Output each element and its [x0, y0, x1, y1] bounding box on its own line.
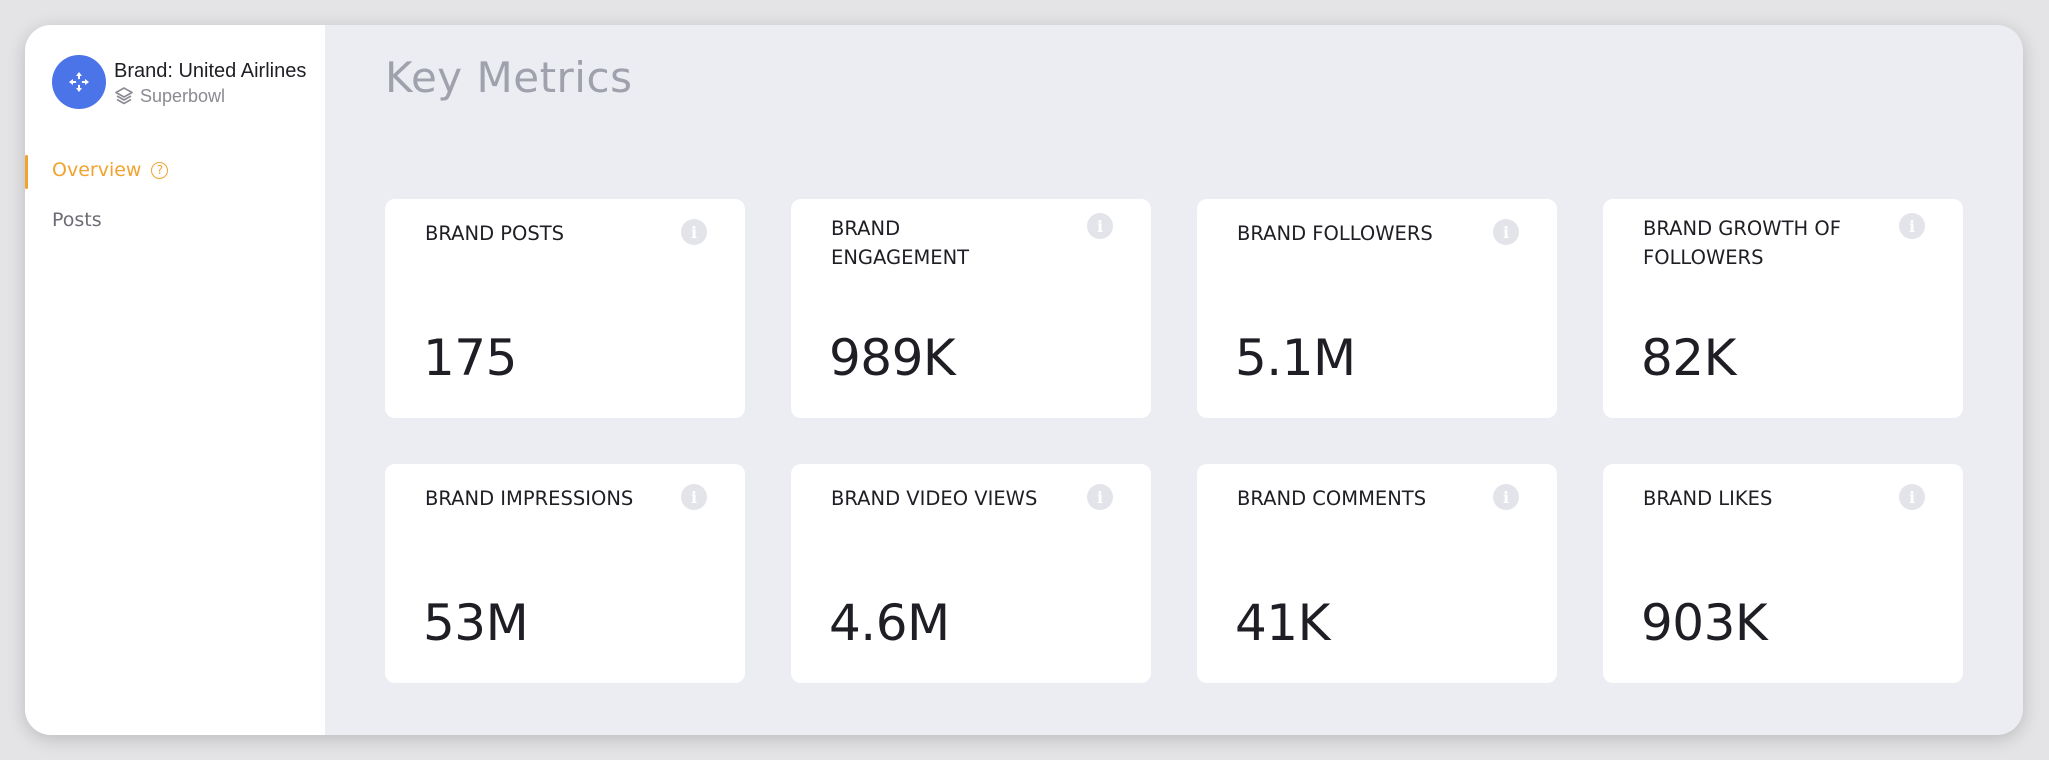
- info-icon[interactable]: i: [1493, 484, 1519, 510]
- metric-label: BRAND POSTS: [425, 222, 565, 245]
- metric-value: 903K: [1641, 594, 1768, 652]
- metric-value: 4.6M: [829, 594, 950, 652]
- metric-card-brand-growth-of-followers: BRAND GROWTH OF FOLLOWERS i 82K: [1603, 199, 1963, 418]
- sidebar-item-overview[interactable]: Overview ?: [25, 145, 325, 195]
- layers-icon: [115, 87, 133, 105]
- brand-name: Brand: United Airlines: [114, 59, 307, 82]
- main-content: Key Metrics BRAND POSTS i 175 BRAND ENGA…: [325, 25, 2023, 735]
- sidebar-item-label: Posts: [52, 209, 102, 231]
- brand-text: Brand: United Airlines Superbowl: [114, 58, 306, 107]
- metric-card-brand-engagement: BRAND ENGAGEMENT i 989K: [791, 199, 1151, 418]
- metric-value: 41K: [1235, 594, 1330, 652]
- metric-value: 5.1M: [1235, 329, 1356, 387]
- campaign-label: Superbowl: [140, 85, 226, 106]
- sidebar-item-label: Overview: [52, 159, 142, 181]
- metric-card-brand-video-views: BRAND VIDEO VIEWS i 4.6M: [791, 464, 1151, 683]
- metric-value: 175: [423, 329, 517, 387]
- metric-card-brand-followers: BRAND FOLLOWERS i 5.1M: [1197, 199, 1557, 418]
- sidebar: Brand: United Airlines Superbowl Overvie…: [25, 25, 325, 735]
- metric-card-brand-comments: BRAND COMMENTS i 41K: [1197, 464, 1557, 683]
- info-icon[interactable]: i: [1493, 219, 1519, 245]
- metric-label: BRAND IMPRESSIONS: [425, 487, 634, 510]
- metric-label: BRAND FOLLOWERS: [1237, 222, 1433, 245]
- app-window: Brand: United Airlines Superbowl Overvie…: [25, 25, 2023, 735]
- help-icon[interactable]: ?: [151, 161, 169, 179]
- metric-label: BRAND ENGAGEMENT: [831, 217, 970, 269]
- info-icon[interactable]: i: [1899, 213, 1925, 239]
- metric-card-brand-likes: BRAND LIKES i 903K: [1603, 464, 1963, 683]
- metric-card-brand-posts: BRAND POSTS i 175: [385, 199, 745, 418]
- metric-value: 53M: [423, 594, 529, 652]
- brand-avatar: [52, 55, 106, 109]
- metric-label: BRAND GROWTH OF FOLLOWERS: [1643, 217, 1841, 269]
- info-icon[interactable]: i: [1087, 484, 1113, 510]
- campaign-row: Superbowl: [114, 86, 306, 107]
- metric-label: BRAND COMMENTS: [1237, 487, 1427, 510]
- metric-label: BRAND LIKES: [1643, 487, 1773, 510]
- brand-header: Brand: United Airlines Superbowl: [52, 55, 306, 109]
- sidebar-item-posts[interactable]: Posts: [25, 195, 325, 245]
- info-icon[interactable]: i: [1899, 484, 1925, 510]
- crosshair-move-icon: [69, 72, 89, 92]
- metric-label: BRAND VIDEO VIEWS: [831, 487, 1038, 510]
- info-icon[interactable]: i: [1087, 213, 1113, 239]
- metric-value: 82K: [1641, 329, 1736, 387]
- metric-value: 989K: [829, 329, 956, 387]
- sidebar-nav: Overview ? Posts: [25, 145, 325, 245]
- info-icon[interactable]: i: [681, 219, 707, 245]
- info-icon[interactable]: i: [681, 484, 707, 510]
- metric-card-brand-impressions: BRAND IMPRESSIONS i 53M: [385, 464, 745, 683]
- page-title: Key Metrics: [385, 53, 633, 102]
- metrics-grid: BRAND POSTS i 175 BRAND ENGAGEMENT i 989…: [385, 199, 1963, 683]
